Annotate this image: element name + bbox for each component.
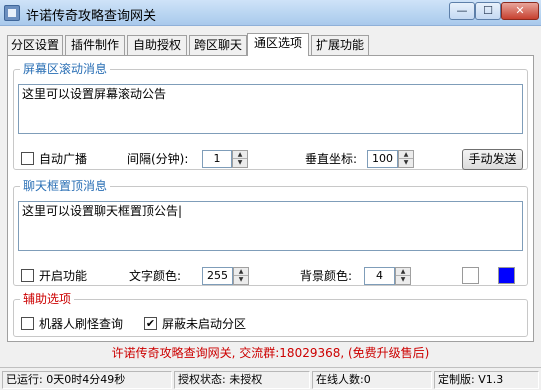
auto-broadcast-checkbox[interactable] <box>21 152 34 165</box>
tab-panel: 屏幕区滚动消息 这里可以设置屏幕滚动公告 自动广播 间隔(分钟): 1 ▲ ▼ … <box>7 55 534 342</box>
bg-color-swatch[interactable] <box>498 267 515 284</box>
spin-down-icon[interactable]: ▼ <box>396 276 410 284</box>
status-online-count: 在线人数:0 <box>312 371 432 389</box>
minimize-button[interactable]: — <box>449 2 475 20</box>
manual-send-button[interactable]: 手动发送 <box>462 149 523 170</box>
app-icon <box>4 5 20 21</box>
scroll-message-title: 屏幕区滚动消息 <box>20 62 111 76</box>
enable-function-checkbox[interactable] <box>21 269 34 282</box>
title-bar[interactable]: 许诺传奇攻略查询网关 — ☐ ✕ <box>0 0 541 26</box>
bg-color-spinner[interactable]: ▲ ▼ <box>395 267 411 285</box>
tab-self-authorize[interactable]: 自助授权 <box>127 35 187 55</box>
bg-color-label: 背景颜色: <box>300 269 353 283</box>
text-color-swatch[interactable] <box>462 267 479 284</box>
status-bar: 已运行: 0天0时4分49秒 授权状态: 未授权 在线人数:0 定制版: V1.… <box>0 367 541 390</box>
interval-label: 间隔(分钟): <box>127 152 189 166</box>
spin-up-icon[interactable]: ▲ <box>234 268 248 276</box>
text-color-label: 文字颜色: <box>129 269 182 283</box>
window-title: 许诺传奇攻略查询网关 <box>26 9 157 24</box>
status-running-time: 已运行: 0天0时4分49秒 <box>2 371 172 389</box>
tab-global-options[interactable]: 通区选项 <box>247 33 309 56</box>
spin-down-icon[interactable]: ▼ <box>234 276 248 284</box>
auto-broadcast-label: 自动广播 <box>39 152 88 166</box>
spin-down-icon[interactable]: ▼ <box>399 159 413 167</box>
scroll-message-textarea[interactable]: 这里可以设置屏幕滚动公告 <box>18 84 523 134</box>
tab-partition-settings[interactable]: 分区设置 <box>7 35 63 55</box>
vertical-coord-spinner[interactable]: ▲ ▼ <box>398 150 414 168</box>
status-version: 定制版: V1.3 <box>434 371 539 389</box>
scroll-message-group: 屏幕区滚动消息 这里可以设置屏幕滚动公告 自动广播 间隔(分钟): 1 ▲ ▼ … <box>13 62 528 170</box>
robot-monster-query-checkbox[interactable] <box>21 317 34 330</box>
chat-top-message-group: 聊天框置顶消息 这里可以设置聊天框置顶公告| 开启功能 文字颜色: 255 ▲ … <box>13 179 528 286</box>
tab-extensions[interactable]: 扩展功能 <box>311 35 369 55</box>
close-button[interactable]: ✕ <box>501 2 539 20</box>
tab-plugin-making[interactable]: 插件制作 <box>65 35 125 55</box>
vertical-coord-label: 垂直坐标: <box>305 152 358 166</box>
interval-input[interactable]: 1 <box>202 150 232 168</box>
aux-options-group: 辅助选项 机器人刷怪查询 ✔ 屏蔽未启动分区 <box>13 292 528 337</box>
interval-spinner[interactable]: ▲ ▼ <box>232 150 248 168</box>
status-auth: 授权状态: 未授权 <box>174 371 310 389</box>
text-color-spinner[interactable]: ▲ ▼ <box>233 267 249 285</box>
chat-top-message-textarea[interactable]: 这里可以设置聊天框置顶公告| <box>18 201 523 251</box>
text-color-input[interactable]: 255 <box>202 267 233 285</box>
spin-up-icon[interactable]: ▲ <box>233 151 247 159</box>
enable-function-label: 开启功能 <box>39 269 88 283</box>
bg-color-input[interactable]: 4 <box>364 267 395 285</box>
vertical-coord-input[interactable]: 100 <box>367 150 398 168</box>
chat-top-message-title: 聊天框置顶消息 <box>20 179 111 193</box>
block-unstarted-checkbox[interactable]: ✔ <box>144 317 157 330</box>
spin-down-icon[interactable]: ▼ <box>233 159 247 167</box>
spin-up-icon[interactable]: ▲ <box>396 268 410 276</box>
robot-monster-query-label: 机器人刷怪查询 <box>39 317 124 331</box>
footer-info-text: 许诺传奇攻略查询网关, 交流群:18029368, (免费升级售后) <box>111 346 430 360</box>
maximize-button[interactable]: ☐ <box>475 2 501 20</box>
block-unstarted-label: 屏蔽未启动分区 <box>162 317 247 331</box>
spin-up-icon[interactable]: ▲ <box>399 151 413 159</box>
aux-options-title: 辅助选项 <box>20 292 75 306</box>
tab-cross-chat[interactable]: 跨区聊天 <box>189 35 247 55</box>
